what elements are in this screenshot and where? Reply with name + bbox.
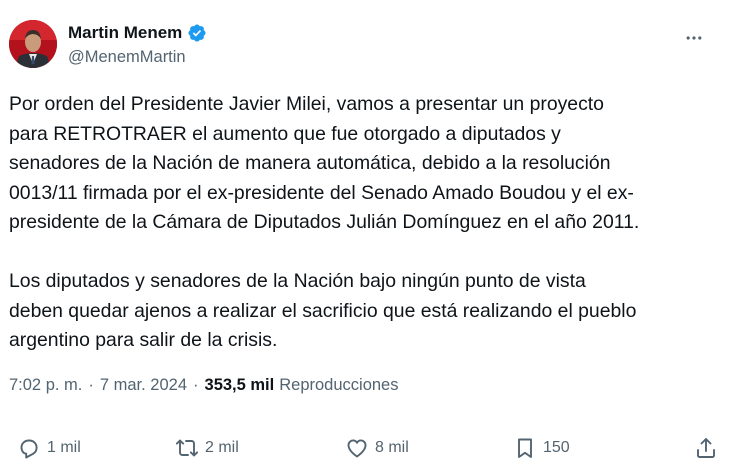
tweet-line: para RETROTRAER el aumento que fue otorg… (9, 122, 561, 145)
tweet-line: argentino para salir de la crisis. (9, 329, 278, 351)
verified-badge-icon[interactable] (187, 23, 207, 43)
tweet-header: Martin Menem @MenemMartin (9, 20, 716, 74)
author-display-name[interactable]: Martin Menem (68, 23, 182, 43)
tweet-card: Martin Menem @MenemMartin Por orden del … (0, 0, 730, 471)
reply-button[interactable]: 1 mil (17, 432, 81, 464)
author-name-row: Martin Menem (68, 22, 207, 44)
bookmark-icon (513, 436, 537, 460)
tweet-line: Los diputados y senadores de la Nación b… (9, 270, 586, 292)
bookmark-button[interactable]: 150 (513, 432, 570, 464)
tweet-text: Por orden del Presidente Javier Milei, v… (9, 90, 724, 356)
retweet-button[interactable]: 2 mil (175, 432, 239, 464)
bookmark-count: 150 (543, 439, 570, 456)
views-label: Reproducciones (279, 376, 399, 394)
retweet-count: 2 mil (205, 439, 239, 456)
heart-icon (345, 436, 369, 460)
tweet-line: presidente de la Cámara de Diputados Jul… (9, 211, 640, 233)
tweet-line: deben quedar ajenos a realizar el sacrif… (9, 299, 637, 322)
meta-separator: · (193, 376, 199, 394)
tweet-line: Por orden del Presidente Javier Milei, v… (9, 93, 604, 115)
tweet-time[interactable]: 7:02 p. m. (9, 376, 82, 395)
tweet-meta: 7:02 p. m. · 7 mar. 2024 · 353,5 mil Rep… (9, 376, 398, 395)
share-button[interactable] (694, 432, 718, 464)
author-info: Martin Menem @MenemMartin (68, 22, 207, 67)
share-icon (694, 436, 718, 460)
tweet-date[interactable]: 7 mar. 2024 (100, 376, 187, 395)
like-button[interactable]: 8 mil (345, 432, 409, 464)
like-count: 8 mil (375, 439, 409, 456)
meta-separator: · (88, 376, 94, 394)
more-horizontal-icon (684, 28, 704, 53)
avatar[interactable] (9, 20, 57, 68)
more-options-button[interactable] (678, 24, 710, 56)
tweet-line: 0013/11 firmada por el ex-presidente del… (9, 181, 634, 204)
views-count: 353,5 mil (204, 376, 275, 394)
reply-count: 1 mil (47, 439, 81, 456)
tweet-line: senadores de la Nación de manera automát… (9, 152, 611, 174)
action-bar: 1 mil 2 mil 8 mil 150 (9, 432, 718, 464)
reply-icon (17, 436, 41, 460)
retweet-icon (175, 436, 199, 460)
author-handle[interactable]: @MenemMartin (68, 48, 207, 67)
